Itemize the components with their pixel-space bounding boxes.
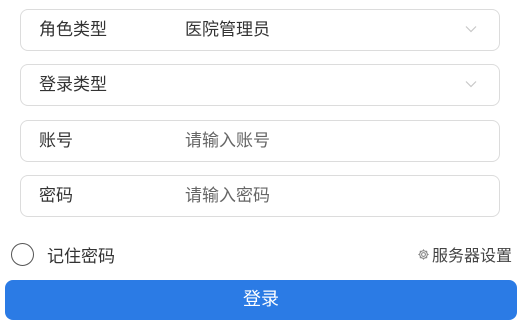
server-settings-link[interactable]: 服务器设置 xyxy=(417,241,512,267)
remember-password-label: 记住密码 xyxy=(47,246,115,267)
remember-password-radio[interactable] xyxy=(11,242,34,266)
chevron-down-icon xyxy=(465,26,477,33)
role-type-select[interactable]: 角色类型 医院管理员 xyxy=(20,9,500,51)
login-button[interactable]: 登录 xyxy=(5,280,517,320)
password-label: 密码 xyxy=(39,186,73,206)
gear-icon xyxy=(418,248,429,260)
password-field: 密码 xyxy=(20,175,500,217)
account-label: 账号 xyxy=(39,131,73,151)
login-type-select[interactable]: 登录类型 xyxy=(20,64,500,106)
account-field: 账号 xyxy=(20,120,500,162)
login-type-label: 登录类型 xyxy=(39,75,107,95)
account-input[interactable] xyxy=(185,121,475,161)
remember-password-option[interactable]: 记住密码 xyxy=(11,241,115,267)
server-settings-label: 服务器设置 xyxy=(431,246,512,265)
chevron-down-icon xyxy=(465,81,477,88)
role-type-label: 角色类型 xyxy=(39,20,107,40)
password-input[interactable] xyxy=(185,176,475,216)
role-type-value: 医院管理员 xyxy=(185,20,270,40)
